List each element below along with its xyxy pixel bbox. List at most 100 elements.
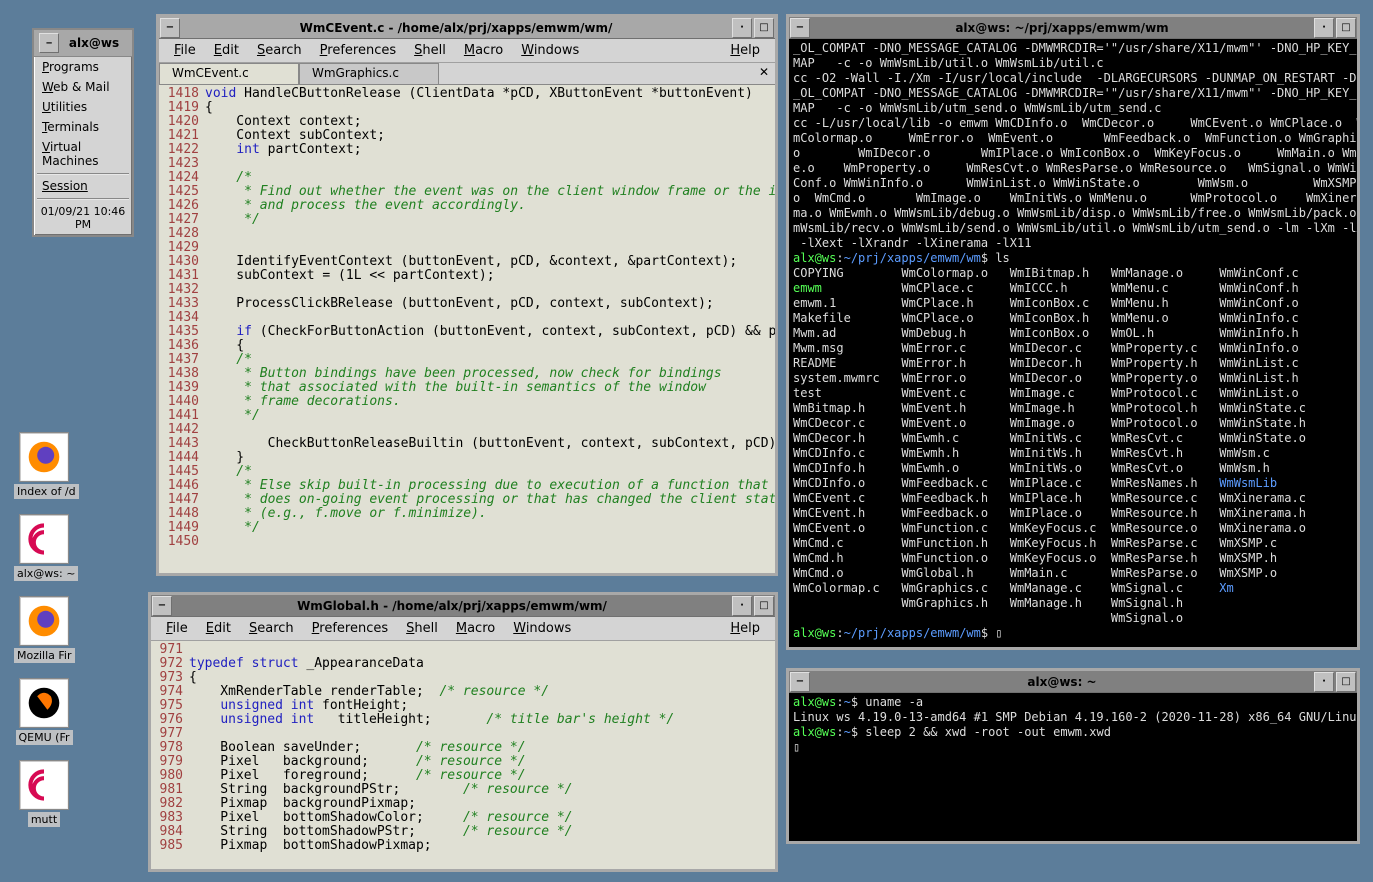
- minimize-icon[interactable]: ·: [732, 596, 752, 616]
- line-number: 1421: [161, 129, 205, 143]
- icon-label: mutt: [28, 812, 60, 827]
- icon-label: QEMU (Fr: [16, 730, 73, 745]
- line-number: 1432: [161, 283, 205, 297]
- maximize-icon[interactable]: □: [1336, 672, 1356, 692]
- line-number: 1441: [161, 409, 205, 423]
- window-title: WmCEvent.c - /home/alx/prj/xapps/emwm/wm…: [181, 21, 731, 35]
- line-number: 983: [153, 811, 189, 825]
- line-number: 984: [153, 825, 189, 839]
- window-title: alx@ws: ~: [811, 675, 1313, 689]
- editor-viewport[interactable]: 971 972typedef struct _AppearanceData 97…: [151, 641, 775, 869]
- line-number: 1449: [161, 521, 205, 535]
- line-number: 1425: [161, 185, 205, 199]
- line-number: 1442: [161, 423, 205, 437]
- line-number: 979: [153, 755, 189, 769]
- line-number: 1429: [161, 241, 205, 255]
- line-number: 1443: [161, 437, 205, 451]
- desktop-icon[interactable]: mutt: [14, 760, 74, 827]
- line-number: 1445: [161, 465, 205, 479]
- menu-edit[interactable]: Edit: [197, 619, 240, 638]
- line-number: 1434: [161, 311, 205, 325]
- maximize-icon[interactable]: □: [1336, 18, 1356, 38]
- icon-label: Index of /d: [14, 484, 79, 499]
- line-number: 1420: [161, 115, 205, 129]
- titlebar[interactable]: − WmGlobal.h - /home/alx/prj/xapps/emwm/…: [151, 595, 775, 617]
- menu-windows[interactable]: Windows: [512, 41, 588, 60]
- window-menu-icon[interactable]: −: [152, 596, 172, 616]
- maximize-icon[interactable]: □: [754, 596, 774, 616]
- minimize-icon[interactable]: ·: [732, 18, 752, 38]
- menu-session[interactable]: Session: [34, 176, 132, 196]
- menu-separator: [37, 198, 129, 199]
- tab-file-1[interactable]: WmCEvent.c: [159, 63, 299, 84]
- root-menu: − alx@ws ProgramsWeb & MailUtilitiesTerm…: [32, 28, 134, 237]
- editor-window-1: − WmCEvent.c - /home/alx/prj/xapps/emwm/…: [156, 14, 778, 576]
- line-number: 982: [153, 797, 189, 811]
- menu-edit[interactable]: Edit: [205, 41, 248, 60]
- menu-shell[interactable]: Shell: [405, 41, 455, 60]
- menu-file[interactable]: File: [165, 41, 205, 60]
- close-tab-icon[interactable]: ✕: [753, 63, 775, 84]
- menu-item[interactable]: Web & Mail: [34, 77, 132, 97]
- maximize-icon[interactable]: □: [754, 18, 774, 38]
- menu-macro[interactable]: Macro: [447, 619, 504, 638]
- menu-item[interactable]: Utilities: [34, 97, 132, 117]
- line-number: 1450: [161, 535, 205, 549]
- tab-file-2[interactable]: WmGraphics.c: [299, 63, 439, 84]
- minimize-icon[interactable]: ·: [1314, 18, 1334, 38]
- qemu-icon: [19, 678, 69, 728]
- line-number: 974: [153, 685, 189, 699]
- window-menu-icon[interactable]: −: [790, 672, 810, 692]
- line-number: 1427: [161, 213, 205, 227]
- menu-item[interactable]: Virtual Machines: [34, 137, 132, 171]
- menu-macro[interactable]: Macro: [455, 41, 512, 60]
- menu-separator: [37, 173, 129, 174]
- line-number: 1438: [161, 367, 205, 381]
- root-menu-title[interactable]: − alx@ws: [34, 30, 132, 57]
- line-number: 976: [153, 713, 189, 727]
- line-number: 981: [153, 783, 189, 797]
- line-number: 985: [153, 839, 189, 853]
- menu-file[interactable]: File: [157, 619, 197, 638]
- line-number: 1436: [161, 339, 205, 353]
- line-number: 1426: [161, 199, 205, 213]
- menu-preferences[interactable]: Preferences: [303, 619, 397, 638]
- desktop-icon[interactable]: alx@ws: ~: [14, 514, 74, 581]
- terminal-window-2: − alx@ws: ~ · □ alx@ws:~$ uname -a Linux…: [786, 668, 1360, 844]
- line-number: 1448: [161, 507, 205, 521]
- terminal-viewport[interactable]: _OL_COMPAT -DNO_MESSAGE_CATALOG -DMWMRCD…: [789, 39, 1357, 647]
- desktop-icon[interactable]: QEMU (Fr: [14, 678, 74, 745]
- titlebar[interactable]: − alx@ws: ~ · □: [789, 671, 1357, 693]
- terminal-viewport[interactable]: alx@ws:~$ uname -a Linux ws 4.19.0-13-am…: [789, 693, 1357, 841]
- desktop-icon[interactable]: Mozilla Fir: [14, 596, 74, 663]
- menu-shell[interactable]: Shell: [397, 619, 447, 638]
- line-number: 1428: [161, 227, 205, 241]
- line-number: 977: [153, 727, 189, 741]
- menubar: FileEditSearchPreferencesShellMacroWindo…: [159, 39, 775, 63]
- window-menu-icon[interactable]: −: [160, 18, 180, 38]
- menu-preferences[interactable]: Preferences: [311, 41, 405, 60]
- menu-search[interactable]: Search: [248, 41, 311, 60]
- tab-bar: WmCEvent.c WmGraphics.c ✕: [159, 63, 775, 85]
- icon-label: Mozilla Fir: [14, 648, 75, 663]
- menu-item[interactable]: Programs: [34, 57, 132, 77]
- editor-viewport[interactable]: 1418void HandleCButtonRelease (ClientDat…: [159, 85, 775, 573]
- line-number: 1424: [161, 171, 205, 185]
- line-number: 1447: [161, 493, 205, 507]
- line-number: 1418: [161, 87, 205, 101]
- menu-help[interactable]: Help: [721, 41, 769, 60]
- terminal-window-1: − alx@ws: ~/prj/xapps/emwm/wm · □ _OL_CO…: [786, 14, 1360, 650]
- window-title: alx@ws: ~/prj/xapps/emwm/wm: [811, 21, 1313, 35]
- menu-item[interactable]: Terminals: [34, 117, 132, 137]
- window-title: WmGlobal.h - /home/alx/prj/xapps/emwm/wm…: [173, 599, 731, 613]
- desktop-icon[interactable]: Index of /d: [14, 432, 74, 499]
- titlebar[interactable]: − alx@ws: ~/prj/xapps/emwm/wm · □: [789, 17, 1357, 39]
- menu-search[interactable]: Search: [240, 619, 303, 638]
- minimize-icon[interactable]: ·: [1314, 672, 1334, 692]
- icon-label: alx@ws: ~: [14, 566, 78, 581]
- menu-windows[interactable]: Windows: [504, 619, 580, 638]
- menu-help[interactable]: Help: [721, 619, 769, 638]
- titlebar[interactable]: − WmCEvent.c - /home/alx/prj/xapps/emwm/…: [159, 17, 775, 39]
- menu-icon[interactable]: −: [39, 33, 59, 53]
- window-menu-icon[interactable]: −: [790, 18, 810, 38]
